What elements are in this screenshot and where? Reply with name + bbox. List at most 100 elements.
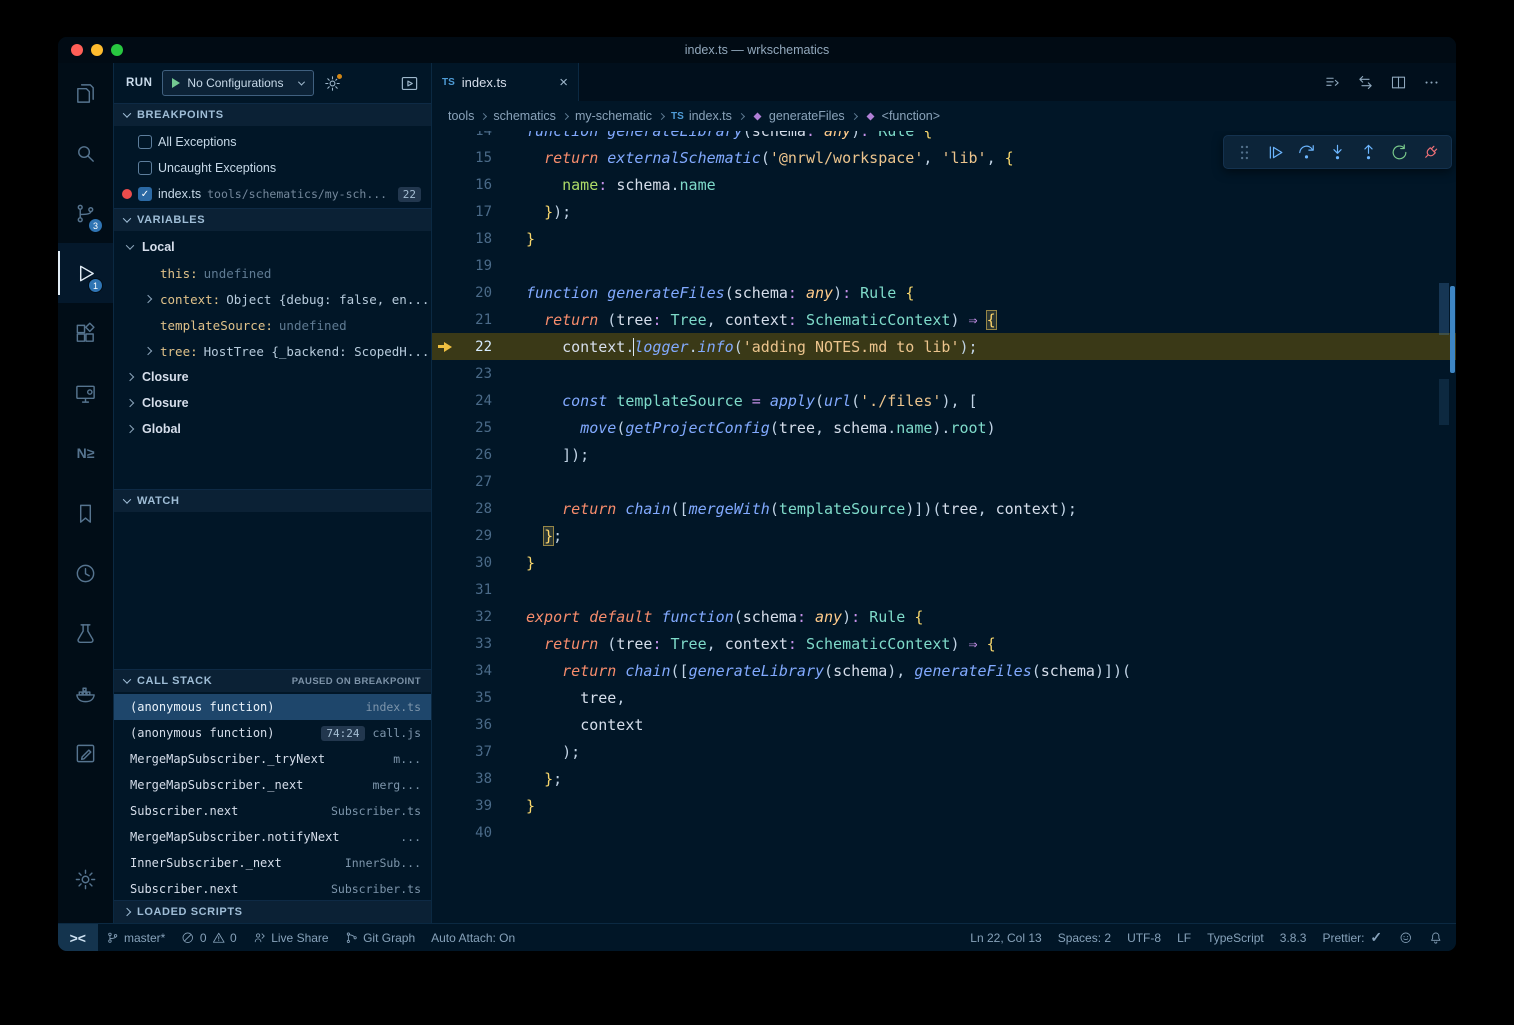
callstack-header[interactable]: CALL STACK PAUSED ON BREAKPOINT bbox=[114, 669, 431, 692]
breadcrumb-item[interactable]: TSindex.ts bbox=[671, 109, 732, 123]
status-git-graph[interactable]: Git Graph bbox=[337, 924, 424, 951]
callstack-frame[interactable]: (anonymous function)74:24call.js bbox=[114, 720, 431, 746]
callstack-frame[interactable]: Subscriber.nextSubscriber.ts bbox=[114, 876, 431, 900]
status-live-share[interactable]: Live Share bbox=[245, 924, 337, 951]
status-encoding[interactable]: UTF-8 bbox=[1119, 924, 1169, 951]
zoom-window-button[interactable] bbox=[111, 44, 123, 56]
activity-search[interactable] bbox=[58, 123, 113, 183]
variable-item[interactable]: this:undefined bbox=[114, 260, 431, 286]
status-cursor-position[interactable]: Ln 22, Col 13 bbox=[962, 924, 1049, 951]
activity-run-debug[interactable]: 1 bbox=[58, 243, 113, 303]
more-icon[interactable] bbox=[1423, 74, 1440, 91]
code-line-36[interactable]: 36 context bbox=[432, 711, 1456, 738]
debug-settings-gear[interactable] bbox=[324, 75, 341, 92]
debug-step-into[interactable] bbox=[1322, 137, 1353, 167]
debug-step-over[interactable] bbox=[1291, 137, 1322, 167]
close-tab-icon[interactable]: × bbox=[559, 74, 568, 91]
activity-explorer[interactable] bbox=[58, 63, 113, 123]
variables-header[interactable]: VARIABLES bbox=[114, 208, 431, 231]
variable-scope[interactable]: Global bbox=[114, 416, 431, 442]
debug-drag-handle[interactable] bbox=[1229, 137, 1260, 167]
debug-step-out[interactable] bbox=[1353, 137, 1384, 167]
variable-item[interactable]: context:Object {debug: false, en... bbox=[114, 286, 431, 312]
breakpoint-item[interactable]: Uncaught Exceptions bbox=[114, 155, 431, 181]
breadcrumb-item[interactable]: schematics bbox=[493, 109, 556, 123]
code-line-38[interactable]: 38 }; bbox=[432, 765, 1456, 792]
breakpoint-checkbox[interactable] bbox=[138, 187, 152, 201]
loaded-scripts-header[interactable]: LOADED SCRIPTS bbox=[114, 900, 431, 923]
callstack-frame[interactable]: InnerSubscriber._nextInnerSub... bbox=[114, 850, 431, 876]
code-line-22[interactable]: 22 context.logger.info('adding NOTES.md … bbox=[432, 333, 1456, 360]
breakpoint-checkbox[interactable] bbox=[138, 135, 152, 149]
open-changes-icon[interactable] bbox=[1357, 74, 1374, 91]
code-line-37[interactable]: 37 ); bbox=[432, 738, 1456, 765]
open-run-panel-icon[interactable] bbox=[400, 74, 419, 93]
code-line-28[interactable]: 28 return chain([mergeWith(templateSourc… bbox=[432, 495, 1456, 522]
activity-project-manager[interactable] bbox=[58, 723, 113, 783]
breakpoint-checkbox[interactable] bbox=[138, 161, 152, 175]
callstack-frame[interactable]: MergeMapSubscriber.notifyNext... bbox=[114, 824, 431, 850]
minimap[interactable] bbox=[1438, 131, 1456, 923]
watch-header[interactable]: WATCH bbox=[114, 489, 431, 512]
status-remote-indicator[interactable]: >< bbox=[58, 924, 98, 951]
activity-docker[interactable] bbox=[58, 663, 113, 723]
code-line-33[interactable]: 33 return (tree: Tree, context: Schemati… bbox=[432, 630, 1456, 657]
status-problems[interactable]: 00 bbox=[173, 924, 244, 951]
code-line-23[interactable]: 23 bbox=[432, 360, 1456, 387]
activity-remote-explorer[interactable] bbox=[58, 363, 113, 423]
minimize-window-button[interactable] bbox=[91, 44, 103, 56]
activity-history[interactable] bbox=[58, 543, 113, 603]
status-prettier[interactable]: Prettier:✓ bbox=[1314, 924, 1391, 951]
code-line-16[interactable]: 16 name: schema.name bbox=[432, 171, 1456, 198]
status-eol[interactable]: LF bbox=[1169, 924, 1199, 951]
activity-nx-console[interactable]: N≥ bbox=[58, 423, 113, 483]
code-line-17[interactable]: 17 }); bbox=[432, 198, 1456, 225]
code-line-30[interactable]: 30} bbox=[432, 549, 1456, 576]
breadcrumb-item[interactable]: my-schematic bbox=[575, 109, 652, 123]
tab-index-ts[interactable]: TS index.ts × bbox=[432, 63, 579, 101]
code-scroll[interactable]: 14function generateLibrary(schema: any):… bbox=[432, 131, 1456, 923]
code-line-26[interactable]: 26 ]); bbox=[432, 441, 1456, 468]
code-line-20[interactable]: 20function generateFiles(schema: any): R… bbox=[432, 279, 1456, 306]
status-feedback[interactable] bbox=[1391, 924, 1421, 951]
activity-bookmarks[interactable] bbox=[58, 483, 113, 543]
status-auto-attach[interactable]: Auto Attach: On bbox=[423, 924, 523, 951]
code-line-27[interactable]: 27 bbox=[432, 468, 1456, 495]
status-language-mode[interactable]: TypeScript bbox=[1199, 924, 1272, 951]
code-line-19[interactable]: 19 bbox=[432, 252, 1456, 279]
close-window-button[interactable] bbox=[71, 44, 83, 56]
code-line-21[interactable]: 21 return (tree: Tree, context: Schemati… bbox=[432, 306, 1456, 333]
variable-item[interactable]: tree:HostTree {_backend: ScopedH... bbox=[114, 338, 431, 364]
callstack-frame[interactable]: MergeMapSubscriber._nextmerg... bbox=[114, 772, 431, 798]
debug-config-dropdown[interactable]: No Configurations bbox=[162, 70, 314, 96]
code-line-32[interactable]: 32export default function(schema: any): … bbox=[432, 603, 1456, 630]
activity-settings[interactable] bbox=[58, 849, 113, 909]
variable-scope[interactable]: Local bbox=[114, 234, 431, 260]
code-line-29[interactable]: 29 }; bbox=[432, 522, 1456, 549]
callstack-frame[interactable]: Subscriber.nextSubscriber.ts bbox=[114, 798, 431, 824]
activity-test-explorer[interactable] bbox=[58, 603, 113, 663]
variable-item[interactable]: templateSource:undefined bbox=[114, 312, 431, 338]
status-indentation[interactable]: Spaces: 2 bbox=[1050, 924, 1119, 951]
code-line-34[interactable]: 34 return chain([generateLibrary(schema)… bbox=[432, 657, 1456, 684]
code-line-24[interactable]: 24 const templateSource = apply(url('./f… bbox=[432, 387, 1456, 414]
callstack-frame[interactable]: MergeMapSubscriber._tryNextm... bbox=[114, 746, 431, 772]
debug-restart[interactable] bbox=[1384, 137, 1415, 167]
code-line-39[interactable]: 39} bbox=[432, 792, 1456, 819]
code-line-25[interactable]: 25 move(getProjectConfig(tree, schema.na… bbox=[432, 414, 1456, 441]
debug-disconnect[interactable] bbox=[1415, 137, 1446, 167]
status-notifications[interactable] bbox=[1421, 924, 1451, 951]
code-line-35[interactable]: 35 tree, bbox=[432, 684, 1456, 711]
status-git-branch[interactable]: master* bbox=[98, 924, 174, 951]
code-line-31[interactable]: 31 bbox=[432, 576, 1456, 603]
breadcrumb-item[interactable]: generateFiles bbox=[751, 109, 845, 123]
debug-continue[interactable] bbox=[1260, 137, 1291, 167]
activity-source-control[interactable]: 3 bbox=[58, 183, 113, 243]
variable-scope[interactable]: Closure bbox=[114, 390, 431, 416]
breadcrumb-item[interactable]: tools bbox=[448, 109, 474, 123]
activity-extensions[interactable] bbox=[58, 303, 113, 363]
breakpoint-item[interactable]: index.tstools/schematics/my-sch...22 bbox=[114, 181, 431, 207]
code-line-18[interactable]: 18} bbox=[432, 225, 1456, 252]
compare-icon[interactable] bbox=[1324, 74, 1341, 91]
variable-scope[interactable]: Closure bbox=[114, 364, 431, 390]
